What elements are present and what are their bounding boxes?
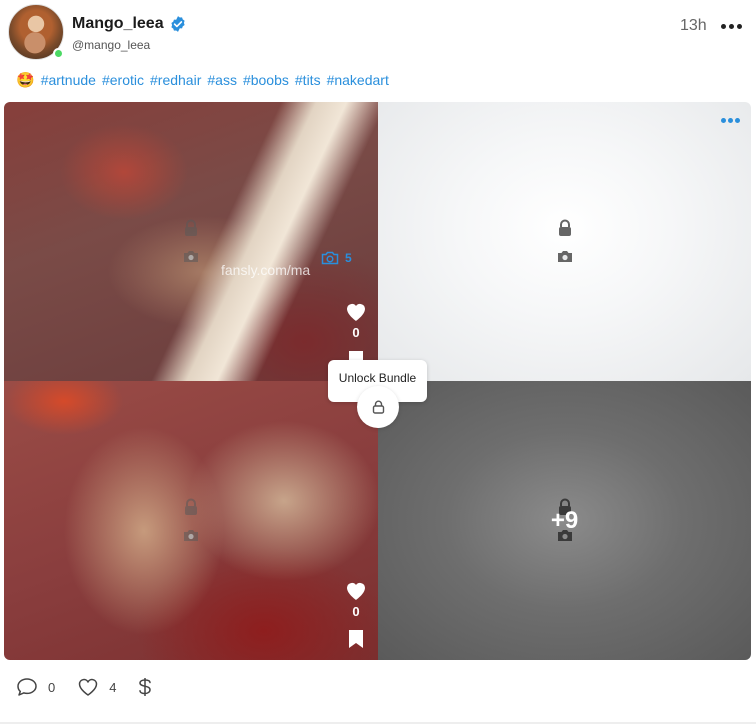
media-tile-locked[interactable]: 0 [4,381,378,660]
more-media-count: +9 [550,506,579,534]
display-name-row: Mango_leea [72,15,187,33]
heart-icon[interactable] [344,300,368,322]
lock-icon [185,219,197,236]
like-count-total: 4 [109,679,117,695]
camera-icon [557,251,572,262]
camera-outline-icon [321,251,339,265]
post-more-icon[interactable] [719,16,743,36]
online-status-dot [53,48,64,59]
tile-overlay [4,381,378,660]
hashtag-link[interactable]: #redhair [150,72,201,88]
post-timestamp: 13h [680,17,707,34]
hashtag-link[interactable]: #artnude [41,72,96,88]
media-count: 5 [345,250,352,265]
like-count: 0 [352,325,360,340]
hashtag-link[interactable]: #boobs [243,72,289,88]
like-count: 0 [352,604,360,619]
tile-overlay [4,102,378,381]
verified-icon [170,16,185,32]
post-caption: 🤩 #artnude #erotic #redhair #ass #boobs … [16,71,389,89]
heart-icon[interactable] [344,579,368,601]
media-tile-locked[interactable]: 0 [4,102,378,381]
hashtag-link[interactable]: #erotic [102,72,144,88]
hashtag-link[interactable]: #tits [295,72,321,88]
media-tile-more[interactable]: +9 [378,381,751,660]
dollar-icon [139,678,152,696]
heart-icon [78,678,98,696]
post-header: Mango_leea @mango_leea 13h [0,0,756,64]
comment-button[interactable]: 0 [16,677,55,697]
tile-overlay [378,102,751,381]
bookmark-icon[interactable] [348,629,364,649]
camera-icon [184,251,198,262]
display-name[interactable]: Mango_leea [72,15,164,33]
camera-icon [184,530,198,541]
comment-icon [17,678,37,696]
lock-outline-icon [372,400,384,414]
caption-emoji: 🤩 [16,72,35,89]
media-side-actions: 0 [344,579,368,649]
tooltip-label: Unlock Bundle [338,371,417,385]
media-tile-locked[interactable] [378,102,751,381]
unlock-bundle-button[interactable] [357,386,399,428]
lock-icon [185,498,197,515]
hashtag-link[interactable]: #nakedart [327,72,389,88]
like-button[interactable]: 4 [77,677,116,697]
tip-button[interactable] [138,677,152,697]
username[interactable]: @mango_leea [72,38,150,52]
comment-count: 0 [48,679,56,695]
media-more-icon[interactable] [721,118,740,123]
lock-icon [558,219,571,236]
hashtag-link[interactable]: #ass [207,72,237,88]
media-count-badge: 5 [321,250,352,265]
watermark-text: fansly.com/ma [221,262,311,278]
post-footer: 0 4 [16,676,174,698]
